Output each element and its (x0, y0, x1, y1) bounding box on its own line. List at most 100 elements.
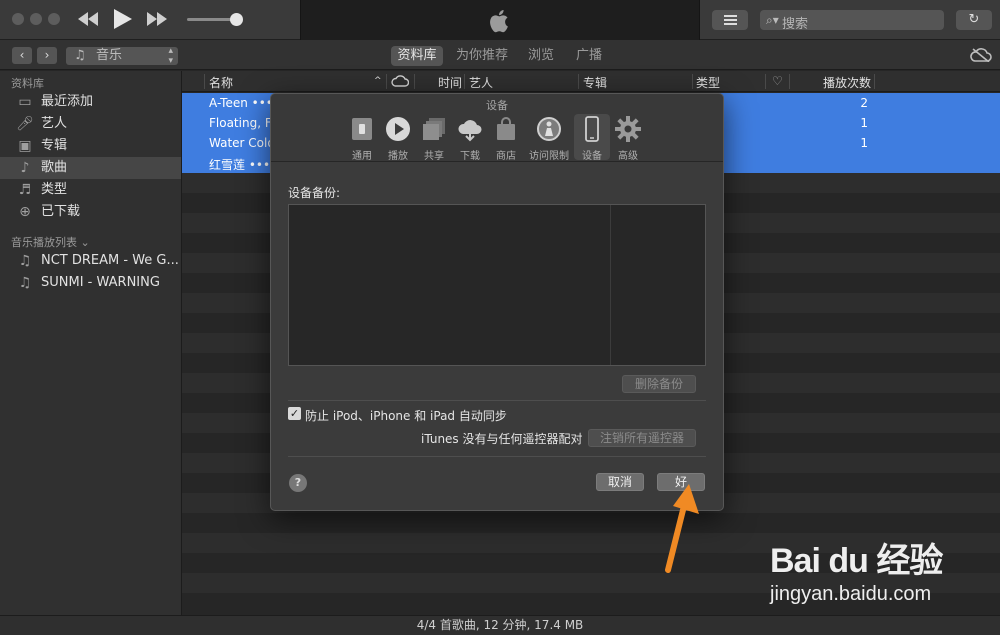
back-button[interactable]: ‹ (12, 47, 32, 64)
sort-ascending-icon: ^ (374, 76, 382, 86)
pref-tab-playback[interactable]: 播放 (380, 114, 416, 162)
device-backups-label: 设备备份: (288, 186, 341, 200)
tab-library[interactable]: 资料库 (391, 46, 443, 66)
top-toolbar: ⌕▾ 搜索 ↻ (0, 0, 1000, 40)
sidebar-item-playlist-sunmi[interactable]: ♫ SUNMI - WARNING (0, 272, 181, 294)
remote-status-text: iTunes 没有与任何遥控器配对 (421, 432, 583, 446)
search-icon: ⌕▾ (766, 13, 779, 27)
pref-tab-general[interactable]: 通用 (344, 114, 380, 162)
genre-icon: ♬ (18, 182, 32, 198)
forget-remotes-button[interactable]: 注销所有遥控器 (588, 429, 696, 447)
song-play-count: 2 (860, 96, 868, 110)
song-list-header: 名称 ^ 时间 艺人 专辑 类型 ♡ 播放次数 (182, 71, 1000, 92)
song-name: Floating, Fl (209, 116, 276, 130)
sidebar-item-recently-added[interactable]: ▭ 最近添加 (0, 91, 181, 113)
prevent-sync-label: 防止 iPod、iPhone 和 iPad 自动同步 (305, 409, 507, 423)
pref-tab-devices[interactable]: 设备 (574, 114, 610, 162)
download-icon: ⊕ (19, 204, 31, 220)
song-name: A-Teen ••• (209, 96, 273, 110)
column-separator (874, 74, 875, 89)
pref-tab-advanced[interactable]: 高级 (610, 114, 646, 162)
sidebar-item-albums[interactable]: ▣ 专辑 (0, 135, 181, 157)
updown-arrow-icon: ▴ ▾ (168, 46, 173, 66)
column-header-plays[interactable]: 播放次数 (823, 74, 871, 91)
heart-icon[interactable]: ♡ (772, 74, 783, 88)
library-header: 资料库 (11, 77, 44, 90)
song-play-count: 1 (860, 116, 868, 130)
now-playing-display (300, 0, 700, 40)
media-type-label: 音乐 (96, 48, 123, 63)
tab-browse[interactable]: 浏览 (521, 46, 561, 66)
chevron-right-icon: › (44, 48, 50, 62)
playlist-icon: ♫ (18, 253, 32, 269)
play-icon[interactable] (114, 9, 132, 33)
divider (288, 400, 706, 401)
forward-button[interactable]: › (37, 47, 57, 64)
sidebar-item-playlist-nct-dream[interactable]: ♫ NCT DREAM - We G... (0, 250, 181, 272)
store-bag-icon (497, 117, 515, 140)
preferences-dialog: 设备 通用 播放 共享 下载 商店 访问限制 设备 高级 设备备份: 删除备份 … (270, 93, 724, 511)
annotation-arrow-icon (665, 484, 699, 573)
sidebar-item-label: 已下载 (41, 204, 81, 219)
search-placeholder: 搜索 (782, 17, 809, 32)
song-name: 红雪莲 ••• (209, 158, 271, 172)
sidebar-item-label: 艺人 (41, 116, 68, 131)
play-circle-icon (386, 117, 410, 141)
fast-forward-icon[interactable] (147, 12, 167, 30)
zoom-window-button[interactable] (48, 13, 60, 25)
apple-logo-icon (490, 9, 508, 33)
refresh-button[interactable]: ↻ (956, 10, 992, 30)
sidebar-item-artists[interactable]: 🎤︎ 艺人 (0, 113, 181, 135)
parental-icon (537, 117, 561, 141)
sidebar-item-downloaded[interactable]: ⊕ 已下载 (0, 201, 181, 223)
dialog-toolbar: 设备 通用 播放 共享 下载 商店 访问限制 设备 高级 (271, 94, 723, 162)
device-backups-list[interactable] (288, 204, 706, 366)
minimize-window-button[interactable] (30, 13, 42, 25)
pref-tab-store[interactable]: 商店 (488, 114, 524, 162)
chevron-left-icon: ‹ (19, 48, 25, 62)
column-header-name[interactable]: 名称 (209, 74, 233, 91)
tab-radio[interactable]: 广播 (569, 46, 609, 66)
gear-icon (615, 116, 641, 142)
sidebar-item-songs[interactable]: ♪ 歌曲 (0, 157, 181, 179)
search-input[interactable]: ⌕▾ 搜索 (760, 10, 944, 32)
column-header-album[interactable]: 专辑 (583, 74, 607, 91)
phone-device-icon (585, 116, 599, 142)
close-window-button[interactable] (12, 13, 24, 25)
column-separator (578, 74, 579, 89)
sidebar-item-genres[interactable]: ♬ 类型 (0, 179, 181, 201)
column-header-genre[interactable]: 类型 (696, 74, 720, 91)
delete-backup-button[interactable]: 删除备份 (622, 375, 696, 393)
song-play-count: 1 (860, 136, 868, 150)
up-next-list-button[interactable] (712, 10, 748, 30)
pref-tab-sharing[interactable]: 共享 (416, 114, 452, 162)
help-button[interactable]: ? (289, 474, 307, 492)
playlists-header[interactable]: 音乐播放列表 ⌄ (11, 234, 90, 250)
cloud-disabled-icon[interactable] (970, 48, 992, 62)
album-icon: ▣ (18, 138, 32, 154)
column-separator (765, 74, 766, 89)
column-separator (386, 74, 387, 89)
sharing-icon (423, 118, 445, 140)
sidebar-item-label: SUNMI - WARNING (41, 275, 160, 290)
prevent-sync-checkbox[interactable]: ✓ (288, 407, 301, 420)
song-name: Water Colo (209, 136, 275, 150)
pref-tab-downloads[interactable]: 下载 (452, 114, 488, 162)
cloud-icon[interactable] (391, 75, 409, 87)
column-separator (464, 74, 465, 89)
volume-knob[interactable] (230, 13, 243, 26)
column-separator (204, 74, 205, 89)
media-type-select[interactable]: ♫ 音乐 ▴ ▾ (66, 46, 178, 66)
status-bar: 4/4 首歌曲, 12 分钟, 17.4 MB (0, 615, 1000, 635)
pref-tab-restrictions[interactable]: 访问限制 (529, 114, 569, 162)
playlist-icon: ♫ (18, 275, 32, 291)
column-header-time[interactable]: 时间 (438, 74, 462, 91)
tab-for-you[interactable]: 为你推荐 (451, 46, 513, 66)
music-note-icon: ♫ (74, 48, 86, 63)
cloud-download-icon (458, 120, 482, 142)
cancel-button[interactable]: 取消 (596, 473, 644, 491)
column-separator (414, 74, 415, 89)
rewind-icon[interactable] (78, 12, 98, 30)
column-header-artist[interactable]: 艺人 (469, 74, 493, 91)
watermark-brand: Bai du 经验 (770, 542, 943, 580)
